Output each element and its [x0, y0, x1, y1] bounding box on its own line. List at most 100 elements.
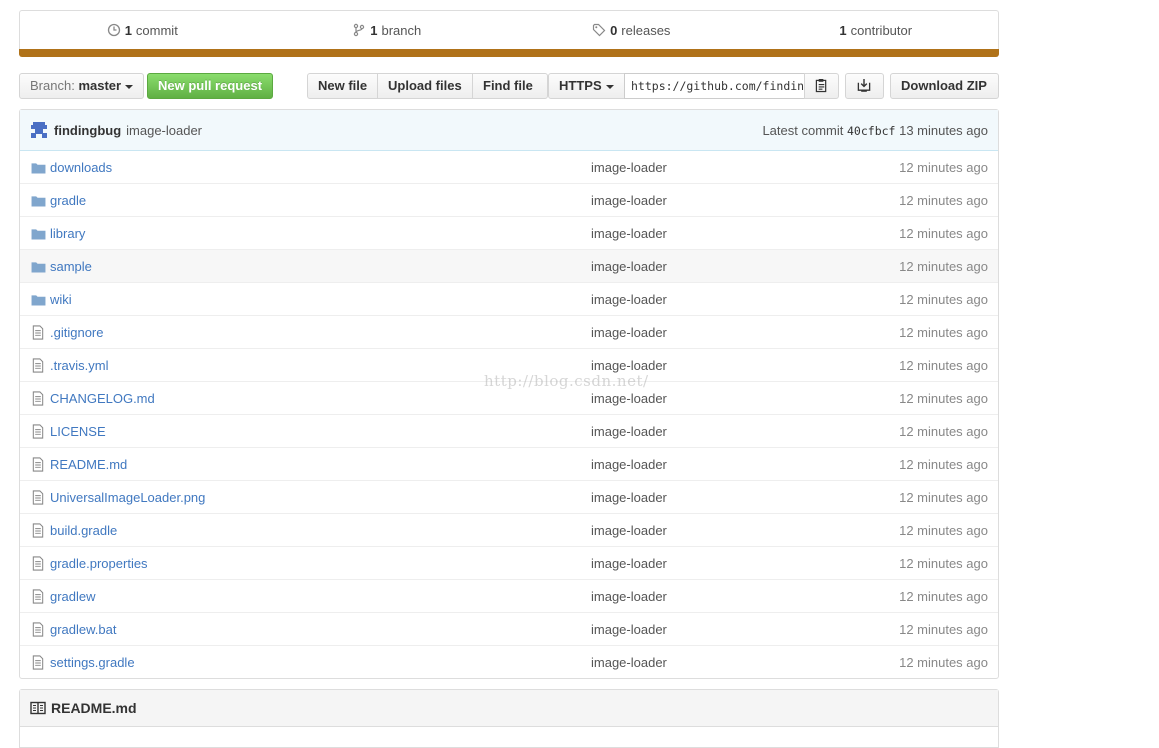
history-icon — [107, 23, 120, 37]
file-row[interactable]: LICENSE image-loader 12 minutes ago — [20, 414, 998, 447]
file-age: 12 minutes ago — [899, 555, 988, 571]
commits-stat[interactable]: 1 commit — [20, 23, 265, 38]
latest-commit-bar: findingbug image-loader Latest commit 40… — [20, 110, 998, 151]
file-text-icon — [30, 423, 46, 439]
clone-url-input[interactable]: https://github.com/findin — [624, 73, 818, 99]
protocol-label: HTTPS — [559, 78, 602, 93]
file-commit-message[interactable]: image-loader — [591, 424, 667, 439]
tag-icon — [592, 23, 606, 37]
readme-body — [20, 727, 998, 747]
file-text-icon — [30, 555, 46, 571]
file-age: 12 minutes ago — [899, 456, 988, 472]
file-name-link[interactable]: wiki — [50, 292, 72, 307]
file-commit-message[interactable]: image-loader — [591, 160, 667, 175]
file-row[interactable]: .gitignore image-loader 12 minutes ago — [20, 315, 998, 348]
new-file-button[interactable]: New file — [307, 73, 378, 99]
branch-prefix: Branch: — [30, 78, 75, 93]
commit-author[interactable]: findingbug — [54, 123, 121, 138]
file-row[interactable]: UniversalImageLoader.png image-loader 12 m… — [20, 480, 998, 513]
file-text-icon — [30, 621, 46, 637]
file-row[interactable]: settings.gradle image-loader 12 minutes ag… — [20, 645, 998, 678]
file-name-link[interactable]: README.md — [50, 457, 127, 472]
file-commit-message[interactable]: image-loader — [591, 193, 667, 208]
file-row[interactable]: gradlew.bat image-loader 12 minutes ago — [20, 612, 998, 645]
branch-select-button[interactable]: Branch: master — [19, 73, 144, 99]
file-age: 12 minutes ago — [899, 357, 988, 373]
file-commit-message[interactable]: image-loader — [591, 391, 667, 406]
file-text-icon — [30, 357, 46, 373]
file-name-link[interactable]: sample — [50, 259, 92, 274]
readme-box: README.md — [19, 689, 999, 748]
file-commit-message[interactable]: image-loader — [591, 325, 667, 340]
file-row[interactable]: library image-loader 12 minutes ago — [20, 216, 998, 249]
file-age: 12 minutes ago — [899, 159, 988, 175]
file-row[interactable]: sample image-loader 12 minutes ago — [20, 249, 998, 282]
upload-files-button[interactable]: Upload files — [377, 73, 474, 99]
file-commit-message[interactable]: image-loader — [591, 556, 667, 571]
file-commit-message[interactable]: image-loader — [591, 655, 667, 670]
file-row[interactable]: gradle.properties image-loader 12 minutes … — [20, 546, 998, 579]
file-row[interactable]: build.gradle image-loader 12 minutes ago — [20, 513, 998, 546]
file-name-link[interactable]: gradle.properties — [50, 556, 148, 571]
file-commit-message[interactable]: image-loader — [591, 523, 667, 538]
commits-count: 1 — [124, 22, 132, 38]
file-commit-message[interactable]: image-loader — [591, 292, 667, 307]
file-name-link[interactable]: library — [50, 226, 85, 241]
download-zip-button[interactable]: Download ZIP — [890, 73, 999, 99]
file-text-icon — [30, 390, 46, 406]
file-name-link[interactable]: downloads — [50, 160, 112, 175]
releases-stat[interactable]: 0 releases — [509, 23, 754, 38]
clippy-icon — [815, 79, 827, 93]
file-name-link[interactable]: .gitignore — [50, 325, 103, 340]
folder-icon — [30, 192, 46, 208]
latest-commit-prefix: Latest commit — [762, 122, 844, 138]
file-name-link[interactable]: UniversalImageLoader.png — [50, 490, 205, 505]
file-commit-message[interactable]: image-loader — [591, 358, 667, 373]
commit-message[interactable]: image-loader — [126, 123, 202, 138]
contributors-stat[interactable]: 1 contributor — [754, 23, 999, 38]
branches-label: branch — [381, 22, 422, 38]
file-commit-message[interactable]: image-loader — [591, 490, 667, 505]
file-commit-message[interactable]: image-loader — [591, 622, 667, 637]
avatar[interactable] — [30, 121, 48, 139]
file-list: downloads image-loader 12 minutes ago gradl… — [20, 151, 998, 678]
file-age: 12 minutes ago — [899, 621, 988, 637]
file-name-link[interactable]: LICENSE — [50, 424, 106, 439]
file-name-link[interactable]: gradlew.bat — [50, 622, 117, 637]
file-commit-message[interactable]: image-loader — [591, 589, 667, 604]
commit-sha[interactable]: 40cfbcf — [847, 124, 895, 138]
file-name-link[interactable]: gradlew — [50, 589, 96, 604]
file-age: 12 minutes ago — [899, 390, 988, 406]
file-table: findingbug image-loader Latest commit 40… — [19, 109, 999, 679]
commits-label: commit — [135, 22, 178, 38]
copy-url-button[interactable] — [804, 73, 839, 99]
releases-count: 0 — [610, 22, 618, 38]
file-name-link[interactable]: gradle — [50, 193, 86, 208]
file-name-link[interactable]: CHANGELOG.md — [50, 391, 155, 406]
language-bar[interactable] — [19, 49, 999, 57]
file-age: 12 minutes ago — [899, 654, 988, 670]
file-row[interactable]: gradlew image-loader 12 minutes ago — [20, 579, 998, 612]
file-name-link[interactable]: build.gradle — [50, 523, 117, 538]
file-commit-message[interactable]: image-loader — [591, 457, 667, 472]
file-text-icon — [30, 456, 46, 472]
readme-title[interactable]: README.md — [51, 700, 137, 716]
branches-stat[interactable]: 1 branch — [265, 23, 510, 38]
file-row[interactable]: wiki image-loader 12 minutes ago — [20, 282, 998, 315]
file-row[interactable]: gradle image-loader 12 minutes ago — [20, 183, 998, 216]
find-file-button[interactable]: Find file — [472, 73, 548, 99]
file-commit-message[interactable]: image-loader — [591, 259, 667, 274]
file-name-link[interactable]: .travis.yml — [50, 358, 109, 373]
new-pull-request-button[interactable]: New pull request — [147, 73, 273, 99]
file-text-icon — [30, 588, 46, 604]
file-age: 12 minutes ago — [899, 291, 988, 307]
file-commit-message[interactable]: image-loader — [591, 226, 667, 241]
readme-header: README.md — [20, 690, 998, 727]
open-in-desktop-button[interactable] — [845, 73, 884, 99]
clone-protocol-button[interactable]: HTTPS — [548, 73, 626, 99]
file-row[interactable]: README.md image-loader 12 minutes ago — [20, 447, 998, 480]
file-row[interactable]: downloads image-loader 12 minutes ago — [20, 151, 998, 183]
chevron-down-icon — [605, 84, 614, 89]
branch-name: master — [78, 78, 122, 93]
file-name-link[interactable]: settings.gradle — [50, 655, 135, 670]
